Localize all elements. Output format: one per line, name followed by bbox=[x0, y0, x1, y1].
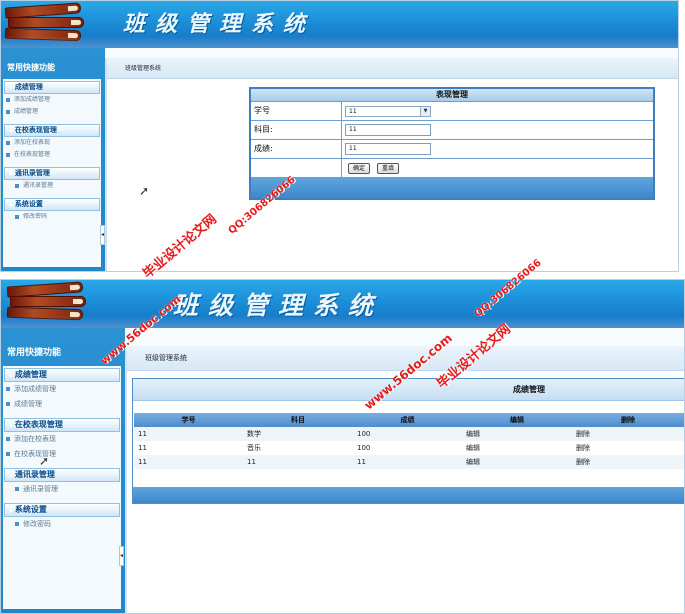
delete-link[interactable]: 删除 bbox=[572, 441, 684, 455]
table-title: 成绩管理 bbox=[133, 379, 684, 401]
cell-subject: 11 bbox=[247, 458, 256, 466]
sidebar-item-grade-manage[interactable]: 成绩管理 bbox=[3, 397, 121, 412]
sidebar-group-label: 系统设置 bbox=[14, 200, 43, 208]
table-row: 11 数学 100 编辑 删除 bbox=[134, 427, 684, 441]
mouse-cursor-icon: ➚ bbox=[39, 454, 50, 468]
sidebar-group-settings[interactable]: 系统设置 bbox=[4, 503, 120, 517]
sidebar-group-grades[interactable]: 成绩管理 bbox=[4, 81, 100, 94]
cell-student-id: 11 bbox=[138, 430, 147, 438]
cell-subject: 音乐 bbox=[247, 444, 261, 452]
grade-table-panel: 成绩管理 学号 科目 成绩 编辑 删除 11 数学 100 编辑 删除 11 音… bbox=[132, 378, 684, 504]
chevron-down-icon[interactable]: ▼ bbox=[420, 106, 430, 116]
sidebar-group-contacts[interactable]: 通讯录管理 bbox=[4, 167, 100, 180]
edit-link[interactable]: 编辑 bbox=[462, 455, 572, 469]
sidebar-collapse-handle[interactable]: ◂ bbox=[119, 546, 124, 566]
sidebar: 常用快捷功能 成绩管理 添加成绩管理 成绩管理 在校表现管理 添加在校表现 在校… bbox=[1, 48, 105, 271]
student-id-select[interactable]: 11 ▼ bbox=[345, 105, 431, 117]
field-label: 科目: bbox=[251, 121, 342, 139]
sidebar-group-label: 成绩管理 bbox=[14, 83, 43, 91]
delete-link[interactable]: 删除 bbox=[572, 455, 684, 469]
header-student-id: 学号 bbox=[181, 416, 196, 424]
sidebar-group-label: 系统设置 bbox=[14, 505, 47, 514]
sidebar-item-add-grade[interactable]: 添加成绩管理 bbox=[3, 94, 101, 106]
score-input[interactable]: 11 bbox=[345, 143, 431, 155]
sidebar-group-label: 通讯录管理 bbox=[14, 470, 55, 479]
performance-form: 表现管理 学号 11 ▼ 科目: 11 成绩: 11 确定 重填 bbox=[249, 87, 655, 200]
sidebar-group-performance[interactable]: 在校表现管理 bbox=[4, 418, 120, 432]
form-row-student-id: 学号 11 ▼ bbox=[251, 102, 653, 121]
subject-input[interactable]: 11 bbox=[345, 124, 431, 136]
mouse-cursor-icon: ➚ bbox=[139, 184, 150, 198]
empty-cell bbox=[251, 159, 342, 177]
table-footer-bar bbox=[133, 487, 684, 503]
header-edit: 编辑 bbox=[510, 416, 524, 424]
sidebar-group-label: 在校表现管理 bbox=[14, 420, 63, 429]
cell-score: 100 bbox=[357, 430, 371, 438]
header-subject: 科目 bbox=[291, 416, 305, 424]
sidebar-group-contacts[interactable]: 通讯录管理 bbox=[4, 468, 120, 482]
sidebar-title: 常用快捷功能 bbox=[7, 63, 55, 72]
app-title: 班级管理系统 bbox=[123, 11, 316, 37]
sidebar-item-contacts-manage[interactable]: 通讯录管理 bbox=[3, 482, 121, 497]
sidebar-item-change-password[interactable]: 修改密码 bbox=[3, 517, 121, 532]
cell-subject: 数学 bbox=[247, 430, 261, 438]
sidebar-group-settings[interactable]: 系统设置 bbox=[4, 198, 100, 211]
screenshot-panel-performance: 班级管理系统 常用快捷功能 成绩管理 添加成绩管理 成绩管理 在校表现管理 添加… bbox=[0, 0, 679, 272]
sidebar-item-performance-manage[interactable]: 在校表现管理 bbox=[3, 447, 121, 462]
sidebar-group-label: 在校表现管理 bbox=[14, 126, 57, 134]
form-title: 表现管理 bbox=[251, 89, 653, 102]
sidebar-menu: 成绩管理 添加成绩管理 成绩管理 在校表现管理 添加在校表现 在校表现管理 通讯… bbox=[3, 79, 101, 267]
header-delete: 删除 bbox=[621, 416, 635, 424]
main-content: 班级管理系统 成绩管理 学号 科目 成绩 编辑 删除 11 数学 100 编辑 … bbox=[125, 346, 684, 613]
breadcrumb: 班级管理系统 bbox=[107, 58, 678, 79]
sidebar-item-performance-manage[interactable]: 在校表现管理 bbox=[3, 149, 101, 161]
sidebar-menu: 成绩管理 添加成绩管理 成绩管理 在校表现管理 添加在校表现 在校表现管理 通讯… bbox=[3, 366, 121, 609]
sidebar-item-change-password[interactable]: 修改密码 bbox=[3, 211, 101, 223]
confirm-button[interactable]: 确定 bbox=[348, 162, 371, 174]
sidebar-item-add-performance[interactable]: 添加在校表现 bbox=[3, 432, 121, 447]
table-row: 11 11 11 编辑 删除 bbox=[134, 455, 684, 469]
sidebar-item-grade-manage[interactable]: 成绩管理 bbox=[3, 106, 101, 118]
cell-student-id: 11 bbox=[138, 458, 147, 466]
cell-score: 11 bbox=[357, 458, 366, 466]
sidebar: 常用快捷功能 成绩管理 添加成绩管理 成绩管理 在校表现管理 添加在校表现 在校… bbox=[1, 328, 125, 613]
header-banner: 班级管理系统 bbox=[1, 1, 678, 48]
sidebar-group-label: 通讯录管理 bbox=[14, 169, 50, 177]
delete-link[interactable]: 删除 bbox=[572, 427, 684, 441]
edit-link[interactable]: 编辑 bbox=[462, 427, 572, 441]
header-banner: 班级管理系统 bbox=[1, 280, 684, 328]
grade-table: 学号 科目 成绩 编辑 删除 11 数学 100 编辑 删除 11 音乐 100 bbox=[134, 413, 684, 469]
field-label: 学号 bbox=[251, 102, 342, 120]
reset-button[interactable]: 重填 bbox=[377, 162, 400, 174]
header-score: 成绩 bbox=[400, 416, 415, 424]
sidebar-item-add-grade[interactable]: 添加成绩管理 bbox=[3, 382, 121, 397]
screenshot-panel-grades: 班级管理系统 常用快捷功能 成绩管理 添加成绩管理 成绩管理 在校表现管理 添加… bbox=[0, 279, 685, 614]
select-value: 11 bbox=[349, 107, 357, 115]
sidebar-group-grades[interactable]: 成绩管理 bbox=[4, 368, 120, 382]
form-footer-bar bbox=[251, 178, 653, 198]
form-row-subject: 科目: 11 bbox=[251, 121, 653, 140]
edit-link[interactable]: 编辑 bbox=[462, 441, 572, 455]
sidebar-group-performance[interactable]: 在校表现管理 bbox=[4, 124, 100, 137]
sidebar-item-add-performance[interactable]: 添加在校表现 bbox=[3, 137, 101, 149]
cell-student-id: 11 bbox=[138, 444, 147, 452]
field-label: 成绩: bbox=[251, 140, 342, 158]
sidebar-group-label: 成绩管理 bbox=[14, 370, 47, 379]
cell-score: 100 bbox=[357, 444, 371, 452]
table-header-row: 学号 科目 成绩 编辑 删除 bbox=[134, 413, 684, 427]
table-row: 11 音乐 100 编辑 删除 bbox=[134, 441, 684, 455]
form-row-score: 成绩: 11 bbox=[251, 140, 653, 159]
sidebar-item-contacts-manage[interactable]: 通讯录管理 bbox=[3, 180, 101, 192]
form-row-buttons: 确定 重填 bbox=[251, 159, 653, 178]
